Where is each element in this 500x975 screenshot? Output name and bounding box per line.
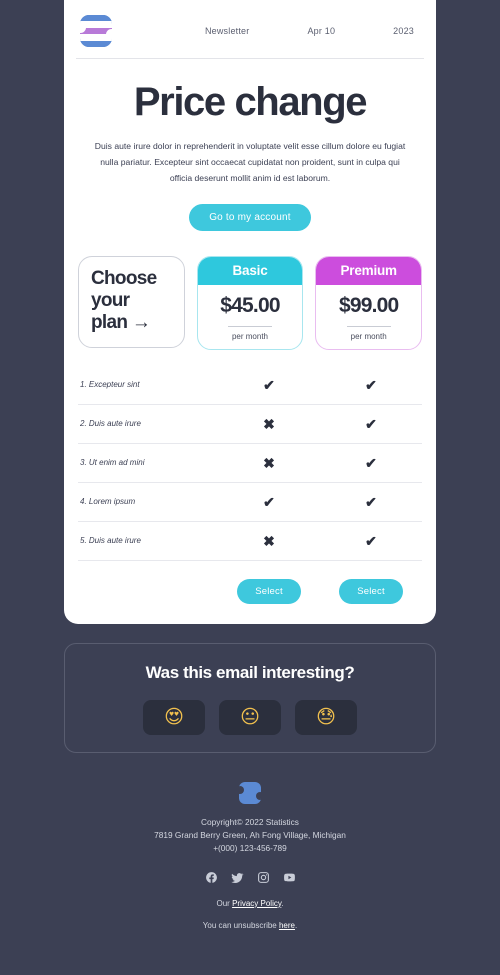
facebook-icon[interactable] (205, 871, 218, 884)
privacy-prefix: Our (216, 898, 233, 908)
table-row: 4. Lorem ipsum (78, 483, 422, 522)
newsletter-label: Newsletter (204, 26, 250, 36)
arrow-right-icon: → (131, 312, 151, 334)
feedback-title: Was this email interesting? (145, 663, 355, 682)
privacy-policy-line: Our Privacy Policy. (0, 899, 500, 908)
choose-line-3: plan (91, 312, 128, 334)
neutral-face-emoji-button[interactable]: 😐 (219, 700, 281, 735)
select-button-row: Select Select (64, 561, 436, 608)
unsubscribe-line: You can unsubscribe here. (0, 921, 500, 930)
plan-premium-price: $99.00 (338, 293, 399, 317)
plan-premium-card[interactable]: Premium $99.00 per month (315, 255, 423, 350)
header-meta: Newsletter Apr 10 2023 (205, 26, 420, 36)
cta-wrap: Go to my account (64, 203, 436, 231)
plan-basic-price: $45.00 (220, 293, 280, 317)
go-to-my-account-button[interactable]: Go to my account (189, 203, 311, 231)
sad-sweat-face-emoji-button[interactable]: 😓 (295, 700, 357, 735)
plan-basic-period: per month (231, 331, 269, 341)
feedback-options: 😍 😐 😓 (65, 700, 435, 735)
hero-section: Price change Duis aute irure dolor in re… (64, 59, 436, 187)
privacy-suffix: . (281, 898, 284, 908)
unsubscribe-link[interactable]: here (279, 921, 295, 930)
choose-your-plan-text: Choose your plan → (91, 267, 157, 335)
feature-premium-mark (320, 456, 422, 470)
heart-eyes-emoji-button[interactable]: 😍 (143, 700, 205, 735)
table-row: 3. Ut enim ad mini (78, 444, 422, 483)
table-row: 1. Excepteur sint (78, 366, 422, 405)
price-divider (228, 325, 272, 327)
feature-name: 1. Excepteur sint (80, 380, 140, 390)
price-divider (346, 325, 391, 327)
feature-comparison-table: 1. Excepteur sint 2. Duis aute irure 3. … (64, 350, 436, 561)
feature-basic-mark (218, 417, 320, 431)
email-header: Newsletter Apr 10 2023 (64, 0, 436, 52)
instagram-icon[interactable] (257, 871, 270, 884)
email-preview-page: Newsletter Apr 10 2023 Price change Duis… (0, 0, 500, 975)
feature-basic-mark (218, 456, 320, 470)
email-card: Newsletter Apr 10 2023 Price change Duis… (64, 0, 436, 624)
unsub-suffix: . (294, 920, 298, 930)
feature-name: 3. Ut enim ad mini (80, 458, 145, 468)
plan-basic-name: Basic (197, 256, 303, 285)
plan-basic-card[interactable]: Basic $45.00 per month (196, 255, 304, 350)
plan-premium-name: Premium (316, 256, 422, 285)
feature-name: 4. Lorem ipsum (80, 497, 136, 507)
feature-premium-mark (320, 495, 422, 509)
hero-body-text: Duis aute irure dolor in reprehenderit i… (94, 141, 406, 183)
brand-s-logo-icon (239, 782, 261, 804)
feature-premium-mark (320, 378, 422, 392)
unsub-prefix: You can unsubscribe (202, 920, 279, 930)
table-row: 2. Duis aute irure (78, 405, 422, 444)
feature-basic-mark (218, 495, 320, 509)
feature-basic-mark (218, 378, 320, 392)
choose-line-2: your (91, 290, 130, 312)
plan-choose-card: Choose your plan → (78, 255, 185, 350)
year-label: 2023 (393, 26, 414, 36)
choose-line-1: Choose (91, 267, 157, 289)
address-text: 7819 Grand Berry Green, Ah Fong Village,… (154, 829, 346, 840)
feature-premium-mark (320, 534, 422, 548)
feature-basic-mark (218, 534, 320, 548)
select-premium-button[interactable]: Select (339, 578, 403, 604)
date-label: Apr 10 (307, 26, 336, 36)
youtube-icon[interactable] (283, 871, 296, 884)
social-links (0, 871, 500, 884)
feature-name: 2. Duis aute irure (80, 419, 141, 429)
table-row: 5. Duis aute irure (78, 522, 422, 561)
select-basic-button[interactable]: Select (237, 578, 301, 604)
twitter-icon[interactable] (230, 871, 244, 884)
brand-s-logo-icon (80, 15, 112, 47)
phone-text: +(000) 123-456-789 (213, 842, 287, 853)
feature-name: 5. Duis aute irure (80, 536, 141, 546)
feature-premium-mark (320, 417, 422, 431)
plan-cards: Choose your plan → Basic $45.00 per mont… (64, 231, 436, 350)
page-title: Price change (133, 80, 368, 124)
plan-premium-period: per month (350, 331, 387, 341)
copyright-text: Copyright© 2022 Statistics (201, 817, 299, 827)
privacy-policy-link[interactable]: Privacy Policy (232, 899, 281, 908)
email-footer: Copyright© 2022 Statistics 7819 Grand Be… (0, 782, 500, 930)
feedback-box: Was this email interesting? 😍 😐 😓 (64, 643, 436, 753)
